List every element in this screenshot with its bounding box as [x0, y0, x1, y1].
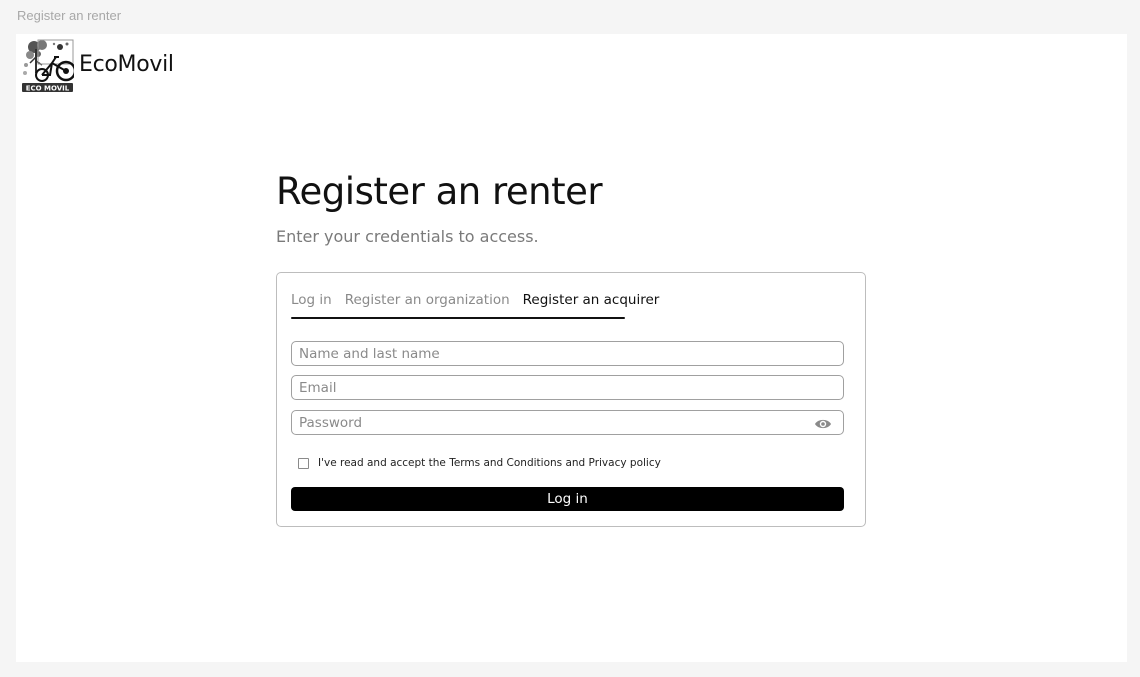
auth-tabs: Log in Register an organization Register… [291, 292, 659, 320]
tab-log-in[interactable]: Log in [291, 292, 332, 320]
tab-register-organization[interactable]: Register an organization [345, 292, 510, 320]
tab-register-acquirer[interactable]: Register an acquirer [523, 292, 660, 320]
brand-logo[interactable]: ECO MOVIL EcoMovil [22, 39, 174, 93]
page-title: Register an renter [276, 170, 603, 213]
eye-icon[interactable] [814, 416, 832, 430]
page-canvas: ECO MOVIL EcoMovil Register an renter En… [16, 34, 1127, 662]
email-input[interactable] [291, 375, 844, 400]
frame-label: Register an renter [17, 8, 122, 23]
page-subtitle: Enter your credentials to access. [276, 227, 539, 246]
terms-label: I've read and accept the Terms and Condi… [318, 457, 661, 469]
log-in-button[interactable]: Log in [291, 487, 844, 511]
active-tab-indicator [291, 317, 625, 319]
bicycle-logo-icon: ECO MOVIL [22, 39, 74, 93]
brand-name: EcoMovil [79, 51, 174, 77]
terms-checkbox[interactable] [298, 457, 309, 469]
terms-row: I've read and accept the Terms and Condi… [298, 457, 661, 469]
password-input[interactable] [291, 410, 844, 435]
register-form-card: Log in Register an organization Register… [276, 272, 866, 527]
logo-badge-text: ECO MOVIL [26, 85, 70, 93]
name-input[interactable] [291, 341, 844, 366]
